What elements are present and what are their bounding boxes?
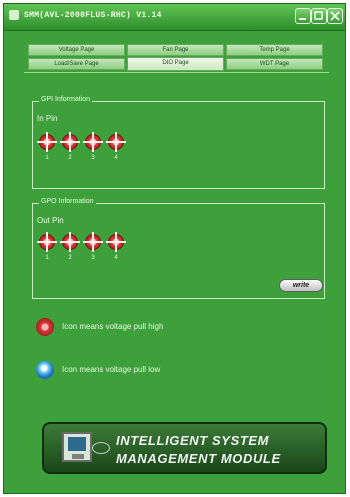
pull-high-icon [36, 318, 54, 336]
gpi-pin-number: 1 [45, 155, 49, 161]
gpi-group: GPI Information In Pin 1 2 3 4 [32, 96, 325, 189]
minimize-icon [299, 18, 306, 20]
gpi-pin-number: 4 [114, 155, 118, 161]
pull-low-legend: Icon means voltage pull low [62, 365, 161, 374]
tab-temp[interactable]: Temp Page [226, 44, 323, 56]
in-pin-label: In Pin [37, 114, 58, 123]
tab-wdt[interactable]: WDT Page [226, 58, 323, 70]
gpi-pin-number: 2 [68, 155, 72, 161]
window-title: SMM(AVL-2000FLUS-RHC) V1.14 [24, 11, 162, 20]
out-pin-label: Out Pin [37, 216, 64, 225]
tab-dio[interactable]: DIO Page [127, 57, 224, 71]
gpo-pin-2-icon[interactable] [60, 234, 80, 250]
close-button[interactable] [327, 8, 343, 24]
tab-voltage[interactable]: Voltage Page [28, 44, 125, 56]
maximize-button[interactable] [311, 8, 327, 24]
monitor-icon [62, 432, 92, 462]
gpi-pin-2-icon [60, 134, 80, 150]
gpi-pin-1-icon [37, 134, 57, 150]
ism-banner: INTELLIGENT SYSTEM MANAGEMENT MODULE [42, 422, 327, 474]
gpo-pin-number: 2 [68, 255, 72, 261]
tab-load-save[interactable]: Load/Save Page [28, 58, 125, 70]
banner-line-2: MANAGEMENT MODULE [116, 451, 281, 466]
tab-bar: Voltage Page Fan Page Temp Page Load/Sav… [24, 44, 327, 72]
gpo-pin-number: 3 [91, 255, 95, 261]
close-icon [330, 11, 340, 21]
pull-high-legend: Icon means voltage pull high [62, 322, 164, 331]
gpi-group-title: GPI Information [39, 96, 93, 103]
cable-icon [92, 442, 110, 454]
gpo-pin-number: 1 [45, 255, 49, 261]
gpo-pin-1-icon[interactable] [37, 234, 57, 250]
maximize-icon [314, 11, 323, 20]
gpi-pin-4-icon [106, 134, 126, 150]
app-window: SMM(AVL-2000FLUS-RHC) V1.14 Voltage Page… [3, 3, 346, 494]
gpi-pin-3-icon [83, 134, 103, 150]
gpo-pin-4-icon[interactable] [106, 234, 126, 250]
gpo-pin-3-icon[interactable] [83, 234, 103, 250]
title-bar[interactable]: SMM(AVL-2000FLUS-RHC) V1.14 [4, 4, 345, 31]
minimize-button[interactable] [295, 8, 311, 24]
pull-low-icon [36, 361, 54, 379]
app-icon [9, 10, 19, 20]
gpi-pin-number: 3 [91, 155, 95, 161]
gpo-group-title: GPO Information [39, 198, 96, 205]
tab-fan[interactable]: Fan Page [127, 44, 224, 56]
write-button[interactable]: write [279, 279, 323, 292]
gpo-pin-number: 4 [114, 255, 118, 261]
banner-line-1: INTELLIGENT SYSTEM [116, 433, 270, 448]
